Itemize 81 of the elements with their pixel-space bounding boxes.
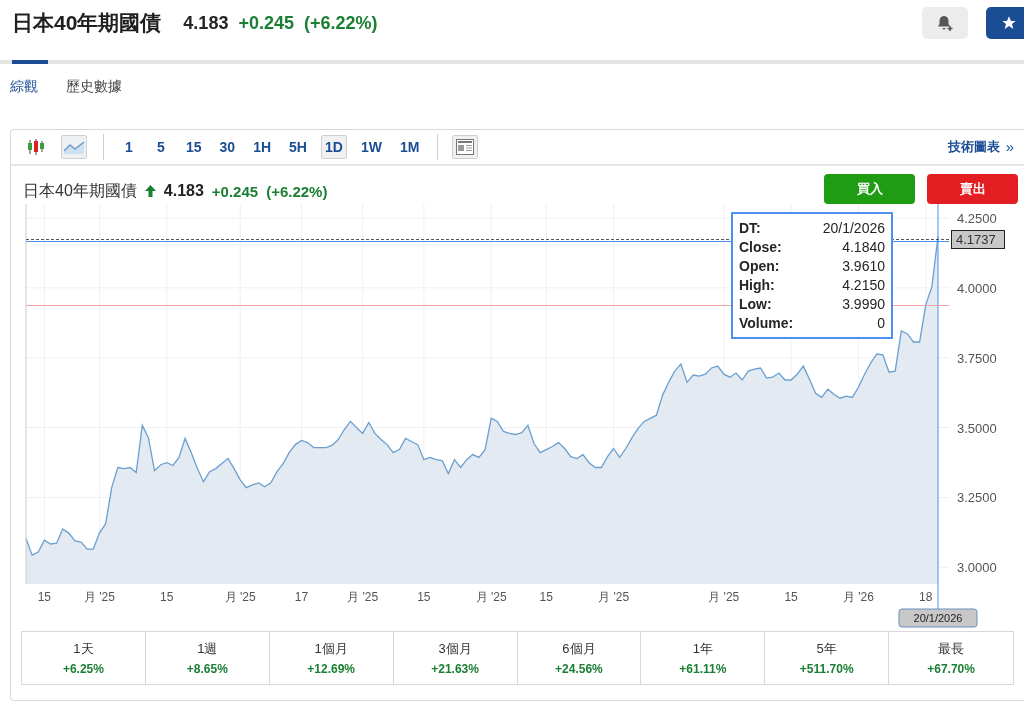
x-axis-label: 18 xyxy=(919,590,933,604)
period-label: 1個月 xyxy=(314,640,348,658)
tooltip-value: 20/1/2026 xyxy=(822,220,885,236)
watchlist-button[interactable] xyxy=(986,7,1024,39)
tab[interactable]: 歷史數據 xyxy=(66,78,122,106)
tooltip-label: High: xyxy=(739,277,775,293)
tooltip-label: Close: xyxy=(739,239,782,255)
y-axis-label: 4.2500 xyxy=(957,210,997,226)
y-axis-label: 3.7500 xyxy=(957,350,997,366)
interval-button[interactable]: 1 xyxy=(118,135,140,159)
period-change: +21.63% xyxy=(431,662,479,676)
x-axis-label: 月 '25 xyxy=(708,590,740,604)
interval-button[interactable]: 1H xyxy=(249,135,276,159)
x-axis-label: 15 xyxy=(539,590,553,604)
x-axis-label: 月 '25 xyxy=(475,590,507,604)
bell-plus-icon xyxy=(936,14,954,32)
x-axis-label: 17 xyxy=(294,590,309,604)
period-change: +6.25% xyxy=(62,662,104,676)
layout-button[interactable] xyxy=(452,135,479,159)
candlestick-icon xyxy=(26,138,46,156)
price-label: 4.1737 xyxy=(951,230,1005,250)
page-title: 日本40年期國債 xyxy=(12,10,162,36)
period-label: 1年 xyxy=(692,640,713,658)
period-label: 6個月 xyxy=(562,640,596,658)
y-axis-label: 3.5000 xyxy=(957,420,997,436)
price-change: +0.245 xyxy=(238,12,294,34)
layout-icon xyxy=(456,139,475,155)
chart-price: 4.183 xyxy=(163,182,204,200)
period-label: 最長 xyxy=(938,640,965,658)
line-chart-icon xyxy=(63,139,85,155)
x-axis-label: 月 '25 xyxy=(347,590,379,604)
tooltip-label: Low: xyxy=(739,296,772,312)
chart-title: 日本40年期國債 xyxy=(23,180,137,201)
tooltip-value: 3.9990 xyxy=(842,296,885,312)
buy-button[interactable]: 買入 xyxy=(824,174,915,204)
tooltip-value: 4.2150 xyxy=(842,277,885,293)
period-change: +24.56% xyxy=(555,662,603,676)
tooltip-label: DT: xyxy=(739,220,761,236)
tooltip-label: Open: xyxy=(739,258,780,274)
x-axis-label: 15 xyxy=(160,590,174,604)
period-change: +12.69% xyxy=(307,662,356,676)
period-label: 3個月 xyxy=(438,640,472,658)
add-alert-button[interactable] xyxy=(922,7,968,39)
x-axis-label: 月 '25 xyxy=(598,590,630,604)
date-label: 20/1/2026 xyxy=(898,608,978,628)
star-icon xyxy=(1001,15,1017,31)
chart-price-change: +0.245 xyxy=(211,182,259,200)
period-change: +61.11% xyxy=(679,662,727,676)
period-change: +511.70% xyxy=(799,662,854,676)
x-axis-label: 月 '25 xyxy=(224,590,256,604)
interval-button[interactable]: 1M xyxy=(395,135,424,159)
interval-button[interactable]: 15 xyxy=(182,135,206,159)
technical-chart-link[interactable]: 技術圖表 » xyxy=(947,138,1014,156)
x-axis-label: 15 xyxy=(417,590,431,604)
up-arrow-icon xyxy=(144,185,156,197)
period-change: +67.70% xyxy=(927,662,975,676)
interval-button[interactable]: 5 xyxy=(150,135,172,159)
x-axis-label: 月 '25 xyxy=(83,590,115,604)
interval-button[interactable]: 1D xyxy=(320,135,347,159)
period-label: 5年 xyxy=(816,640,837,658)
period-label: 1週 xyxy=(197,640,218,658)
sell-button[interactable]: 賣出 xyxy=(927,174,1018,204)
y-axis-label: 3.2500 xyxy=(957,490,997,506)
tooltip-value: 3.9610 xyxy=(842,258,885,274)
chart-percent-change: (+6.22%) xyxy=(266,182,328,200)
period-label: 1天 xyxy=(73,640,94,658)
period-change: +8.65% xyxy=(186,662,228,676)
interval-button[interactable]: 30 xyxy=(215,135,240,159)
tooltip-value: 4.1840 xyxy=(842,239,885,255)
price: 4.183 xyxy=(183,12,229,34)
tooltip-label: Volume: xyxy=(739,315,794,331)
x-axis-label: 月 '26 xyxy=(842,590,874,604)
interval-button[interactable]: 1W xyxy=(356,135,386,159)
tab[interactable]: 綜觀 xyxy=(10,78,38,106)
percent-change: (+6.22%) xyxy=(303,12,378,34)
x-axis-label: 15 xyxy=(37,590,52,604)
y-axis-label: 4.0000 xyxy=(957,280,997,296)
y-axis-label: 3.0000 xyxy=(957,560,997,576)
x-axis-label: 15 xyxy=(784,590,798,604)
interval-button[interactable]: 5H xyxy=(285,135,311,159)
tooltip-value: 0 xyxy=(877,315,885,331)
